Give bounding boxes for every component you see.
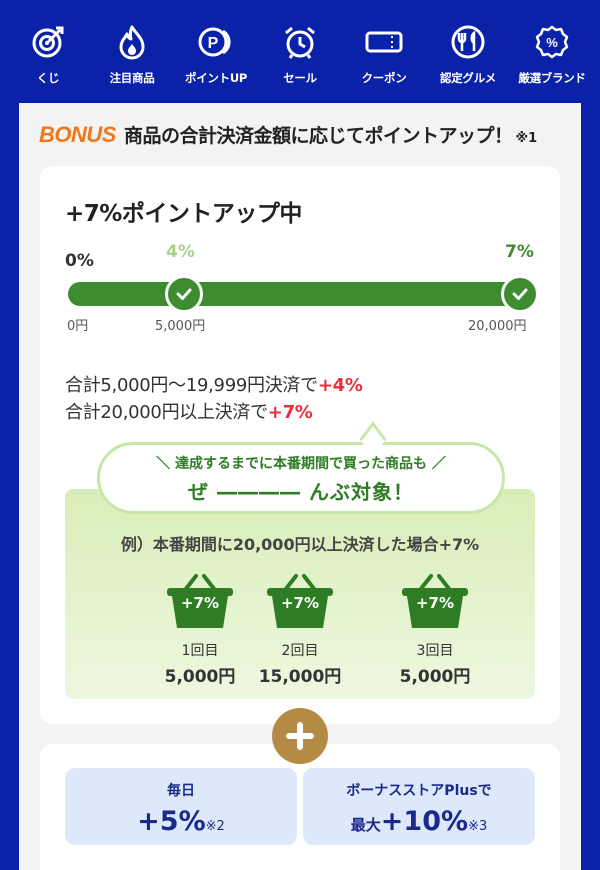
progress-bar-fill xyxy=(68,282,536,306)
basket-label: 3回目 xyxy=(416,643,454,659)
nav-label: ポイントUP xyxy=(185,71,247,85)
alarm-clock-icon xyxy=(280,22,320,62)
mid-pct-label: 4% xyxy=(166,242,195,262)
plus-icon xyxy=(272,708,328,764)
condition-value: +7% xyxy=(267,402,313,423)
speech-bubble: ＼ 達成するまでに本番期間で買った商品も ／ ぜ ―――― んぶ対象！ xyxy=(97,421,505,514)
basket-amount: 5,000円 xyxy=(164,667,236,687)
nav-item-coupon[interactable]: クーポン xyxy=(343,22,425,103)
svg-text:P: P xyxy=(208,35,219,52)
basket-item: +7% 1回目 5,000円 xyxy=(145,572,255,687)
bonus-title: 商品の合計決済金額に応じてポイントアップ！ xyxy=(123,125,513,147)
nav-label: 注目商品 xyxy=(109,71,155,85)
store-plus-title: ボーナスストアPlusで xyxy=(346,783,492,799)
fire-icon xyxy=(112,22,152,62)
example-text: 例）本番期間に20,000円以上決済した場合+7% xyxy=(120,535,480,554)
store-plus-value: 最大+10%※3 xyxy=(350,806,488,837)
basket-label: 2回目 xyxy=(281,643,319,659)
end-pct-label: 7% xyxy=(505,242,534,262)
nav-label: くじ xyxy=(36,71,60,85)
bubble-text: ＼ 達成するまでに本番期間で買った商品も ／ xyxy=(156,456,446,472)
condition-value: +4% xyxy=(317,375,363,396)
nav-item-brands[interactable]: % 厳選ブランド xyxy=(511,22,593,103)
daily-bonus-title: 毎日 xyxy=(167,783,195,799)
tick-label: 5,000円 xyxy=(155,319,206,334)
basket-item: +7% 2回目 15,000円 xyxy=(245,572,355,687)
nav-item-kuji[interactable]: くじ xyxy=(7,22,89,103)
bonus-logo: BONUS xyxy=(39,122,116,147)
points-icon: P xyxy=(196,22,236,62)
target-icon xyxy=(28,22,68,62)
condition-line-1: 合計5,000円〜19,999円決済で+4% xyxy=(65,375,363,396)
bonus-header: BONUS 商品の合計決済金額に応じてポイントアップ！ ※1 xyxy=(39,121,537,148)
basket-amount: 5,000円 xyxy=(399,667,471,687)
store-plus-box[interactable]: ボーナスストアPlusで 最大+10%※3 xyxy=(303,768,535,845)
nav-label: クーポン xyxy=(361,71,407,85)
tick-label: 20,000円 xyxy=(468,319,527,334)
percent-badge-icon: % xyxy=(532,22,572,62)
progress-title: +7%ポイントアップ中 xyxy=(65,201,302,227)
start-pct-label: 0% xyxy=(65,251,94,271)
coupon-icon xyxy=(364,22,404,62)
nav-item-featured[interactable]: 注目商品 xyxy=(91,22,173,103)
dish-icon xyxy=(448,22,488,62)
basket-icon: +7% xyxy=(398,572,472,632)
progress-bar xyxy=(68,275,539,313)
nav-label: 認定グルメ xyxy=(440,71,496,85)
nav-label: セール xyxy=(283,71,317,85)
nav-label: 厳選ブランド xyxy=(518,71,586,85)
bubble-tail xyxy=(359,421,387,457)
check-icon xyxy=(165,275,203,313)
basket-label: 1回目 xyxy=(181,643,219,659)
svg-text:%: % xyxy=(546,35,558,50)
bubble-highlight: ぜ ―――― んぶ対象！ xyxy=(188,480,414,504)
check-icon xyxy=(501,275,539,313)
basket-icon: +7% xyxy=(263,572,337,632)
basket-item: +7% 3回目 5,000円 xyxy=(380,572,490,687)
progress-card: +7%ポイントアップ中 0% 4% 7% 0円 5,000円 20,000円 合… xyxy=(40,166,560,724)
tick-label: 0円 xyxy=(67,319,89,334)
daily-bonus-value: +5%※2 xyxy=(137,806,225,837)
daily-bonus-box[interactable]: 毎日 +5%※2 xyxy=(65,768,297,845)
nav-item-sale[interactable]: セール xyxy=(259,22,341,103)
top-nav: くじ 注目商品 P ポイントUP セール クーポン 認定グルメ % 厳選ブランド xyxy=(0,0,600,103)
basket-icon: +7% xyxy=(163,572,237,632)
basket-amount: 15,000円 xyxy=(258,667,342,687)
condition-line-2: 合計20,000円以上決済で+7% xyxy=(65,402,313,423)
bonus-note: ※1 xyxy=(515,131,538,146)
bonus-panel: BONUS 商品の合計決済金額に応じてポイントアップ！ ※1 +7%ポイントアッ… xyxy=(19,103,581,870)
example-area: 例）本番期間に20,000円以上決済した場合+7% +7% 1回目 5,000円… xyxy=(65,489,535,699)
nav-item-pointup[interactable]: P ポイントUP xyxy=(175,22,257,103)
nav-item-gourmet[interactable]: 認定グルメ xyxy=(427,22,509,103)
